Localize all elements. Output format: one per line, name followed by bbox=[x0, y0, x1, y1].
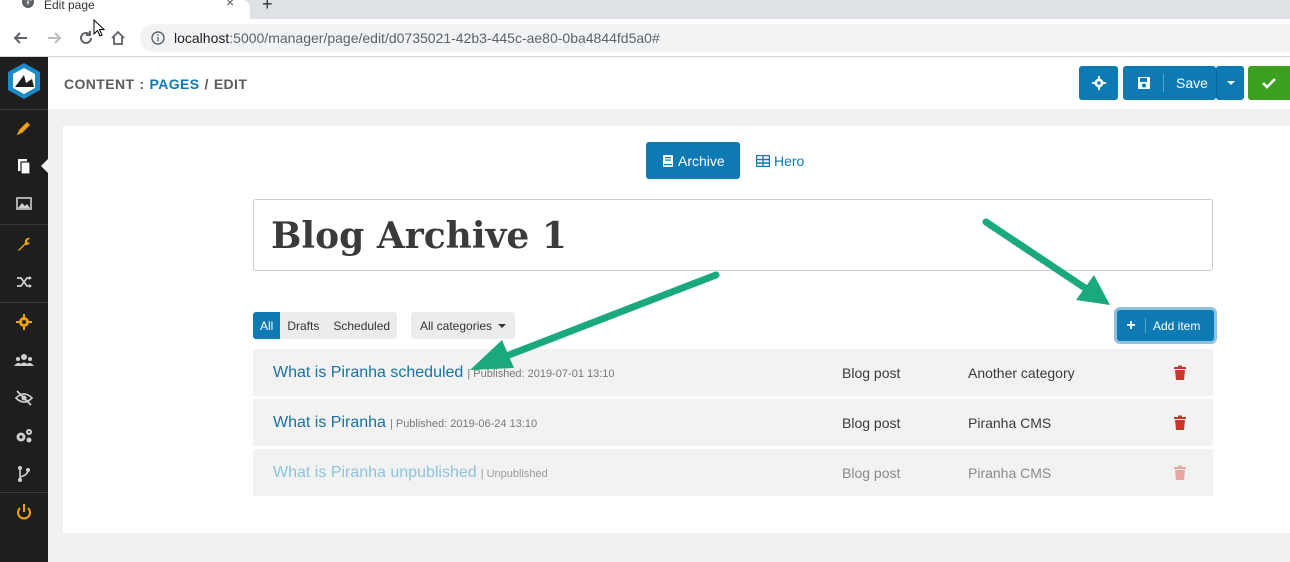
save-label: Save bbox=[1176, 75, 1208, 91]
tab-archive-label: Archive bbox=[678, 152, 725, 169]
publish-button[interactable] bbox=[1248, 66, 1290, 100]
sidebar-item-content[interactable] bbox=[0, 109, 48, 147]
sidebar bbox=[0, 57, 48, 562]
pencil-icon bbox=[17, 122, 30, 135]
category-dropdown[interactable]: All categories bbox=[411, 312, 516, 339]
media-icon bbox=[16, 197, 32, 210]
sidebar-item-version[interactable] bbox=[0, 455, 48, 493]
breadcrumb-separator: : bbox=[139, 76, 145, 92]
post-title[interactable]: What is Piranha bbox=[273, 414, 386, 431]
caret-down-icon bbox=[1226, 81, 1235, 85]
tab-archive[interactable]: Archive bbox=[646, 142, 740, 179]
gear-icon bbox=[1091, 75, 1106, 91]
post-category: Another category bbox=[968, 365, 1075, 381]
wrench-icon bbox=[18, 237, 30, 251]
post-title[interactable]: What is Piranha scheduled bbox=[273, 364, 463, 381]
browser-tab[interactable]: Edit page × bbox=[0, 0, 250, 19]
sidebar-item-users[interactable] bbox=[0, 341, 48, 379]
caret-down-icon bbox=[498, 323, 507, 328]
browser-tab-strip: Edit page × + bbox=[0, 0, 1290, 19]
filter-all[interactable]: All bbox=[253, 312, 281, 339]
sidebar-item-settings[interactable] bbox=[0, 225, 48, 263]
button-divider bbox=[1163, 74, 1164, 92]
url-path: :5000/manager/page/edit/d0735021-42b3-44… bbox=[229, 30, 660, 46]
close-tab-icon[interactable]: × bbox=[226, 0, 234, 10]
sidebar-item-aliases[interactable] bbox=[0, 263, 48, 301]
info-icon[interactable] bbox=[151, 31, 165, 45]
breadcrumb: CONTENT: PAGES / EDIT bbox=[64, 76, 247, 92]
mouse-cursor-icon bbox=[93, 19, 106, 37]
post-published-date: | Published: 2019-06-24 13:10 bbox=[389, 418, 538, 430]
post-category: Piranha CMS bbox=[968, 465, 1052, 481]
post-title[interactable]: What is Piranha unpublished bbox=[273, 464, 477, 481]
filter-scheduled[interactable]: Scheduled bbox=[326, 312, 398, 339]
back-icon[interactable] bbox=[10, 27, 32, 49]
breadcrumb-separator: / bbox=[204, 76, 209, 92]
post-type: Blog post bbox=[842, 365, 901, 381]
power-icon bbox=[17, 504, 31, 520]
url-text: localhost:5000/manager/page/edit/d073502… bbox=[174, 30, 660, 46]
new-tab-button[interactable]: + bbox=[262, 0, 273, 15]
sidebar-item-media[interactable] bbox=[0, 185, 48, 223]
page-title[interactable]: Blog Archive 1 bbox=[271, 215, 567, 257]
breadcrumb-root: CONTENT bbox=[64, 76, 135, 92]
post-status: | Unpublished bbox=[480, 468, 548, 480]
gears-icon bbox=[16, 429, 32, 443]
sidebar-item-modules[interactable] bbox=[0, 417, 48, 455]
url-host: localhost bbox=[174, 30, 230, 46]
globe-icon bbox=[22, 0, 34, 8]
forward-icon[interactable] bbox=[43, 27, 65, 49]
post-title-link[interactable]: What is Piranha unpublished | Unpublished bbox=[273, 464, 548, 482]
active-indicator bbox=[41, 159, 48, 173]
post-title-link[interactable]: What is Piranha | Published: 2019-06-24 1… bbox=[273, 414, 537, 432]
browser-tab-title: Edit page bbox=[44, 0, 95, 12]
page-settings-button[interactable] bbox=[1079, 66, 1118, 100]
check-icon bbox=[1262, 78, 1276, 89]
breadcrumb-pages-link[interactable]: PAGES bbox=[150, 76, 200, 92]
page-header: CONTENT: PAGES / EDIT Save bbox=[48, 57, 1290, 109]
category-dropdown-label: All categories bbox=[420, 318, 493, 333]
book-icon bbox=[663, 154, 673, 167]
sidebar-item-logout[interactable] bbox=[0, 493, 48, 531]
post-published-date: | Published: 2019-07-01 13:10 bbox=[467, 368, 615, 380]
post-row: What is Piranha scheduled | Published: 20… bbox=[253, 349, 1213, 396]
tab-hero-label: Hero bbox=[774, 152, 805, 169]
trash-icon[interactable] bbox=[1173, 365, 1187, 381]
sidebar-item-pages[interactable] bbox=[0, 147, 48, 185]
post-category: Piranha CMS bbox=[968, 415, 1052, 431]
gear-icon bbox=[16, 314, 32, 330]
users-icon bbox=[14, 354, 34, 366]
save-button[interactable]: Save bbox=[1123, 66, 1216, 100]
branch-icon bbox=[18, 466, 30, 482]
sidebar-item-config[interactable] bbox=[0, 303, 48, 341]
post-type: Blog post bbox=[842, 415, 901, 431]
home-icon[interactable] bbox=[107, 27, 129, 49]
page-title-field[interactable]: Blog Archive 1 bbox=[253, 199, 1213, 271]
plus-icon: + bbox=[1117, 318, 1146, 334]
add-item-button[interactable]: + Add item bbox=[1117, 310, 1214, 341]
post-row: What is Piranha | Published: 2019-06-24 1… bbox=[253, 399, 1213, 446]
trash-icon[interactable] bbox=[1173, 415, 1187, 431]
pages-icon bbox=[18, 159, 31, 175]
add-item-label: Add item bbox=[1153, 318, 1201, 333]
post-type: Blog post bbox=[842, 465, 901, 481]
save-options-dropdown[interactable] bbox=[1216, 66, 1244, 100]
trash-icon[interactable] bbox=[1173, 465, 1187, 481]
address-bar[interactable]: localhost:5000/manager/page/edit/d073502… bbox=[140, 24, 1290, 52]
piranha-logo[interactable] bbox=[4, 61, 44, 101]
sidebar-item-roles[interactable] bbox=[0, 379, 48, 417]
eye-slash-icon bbox=[14, 390, 34, 406]
table-icon bbox=[756, 154, 770, 167]
breadcrumb-current: EDIT bbox=[213, 76, 248, 92]
shuffle-icon bbox=[17, 276, 32, 288]
post-title-link[interactable]: What is Piranha scheduled | Published: 20… bbox=[273, 364, 615, 382]
floppy-disk-icon bbox=[1138, 77, 1150, 89]
post-row: What is Piranha unpublished | Unpublished… bbox=[253, 449, 1213, 496]
status-filter: All Drafts Scheduled bbox=[253, 312, 398, 339]
filter-drafts[interactable]: Drafts bbox=[280, 312, 327, 339]
browser-toolbar: localhost:5000/manager/page/edit/d073502… bbox=[0, 19, 1290, 57]
tab-hero[interactable]: Hero bbox=[748, 142, 812, 179]
